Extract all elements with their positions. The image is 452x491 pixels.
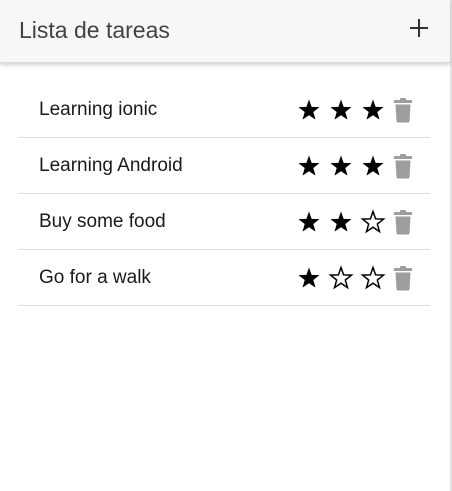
list-item[interactable]: Go for a walk [18, 250, 430, 306]
star-outline-icon[interactable] [357, 207, 389, 237]
page-title: Lista de tareas [19, 17, 170, 43]
star-rating[interactable] [293, 151, 389, 181]
star-filled-icon[interactable] [357, 151, 389, 181]
star-rating[interactable] [293, 263, 389, 293]
app-window: Lista de tareas Learning ionic Learning A… [0, 0, 452, 491]
star-filled-icon[interactable] [293, 207, 325, 237]
task-label: Go for a walk [39, 267, 151, 288]
list-item[interactable]: Learning Android [18, 138, 430, 194]
star-filled-icon[interactable] [293, 95, 325, 125]
task-list: Learning ionic Learning Android Buy some f… [18, 82, 430, 306]
plus-icon [410, 19, 428, 37]
star-outline-icon[interactable] [357, 263, 389, 293]
list-item[interactable]: Buy some food [18, 194, 430, 250]
task-label: Learning ionic [39, 99, 158, 120]
star-rating[interactable] [293, 95, 389, 125]
trash-icon[interactable] [392, 208, 414, 236]
toolbar: Lista de tareas [0, 0, 450, 63]
add-task-button[interactable] [408, 14, 430, 42]
trash-icon[interactable] [392, 96, 414, 124]
star-filled-icon[interactable] [357, 95, 389, 125]
trash-icon[interactable] [392, 152, 414, 180]
star-filled-icon[interactable] [293, 151, 325, 181]
task-label: Learning Android [39, 155, 183, 176]
star-filled-icon[interactable] [293, 263, 325, 293]
trash-icon[interactable] [392, 264, 414, 292]
star-outline-icon[interactable] [325, 263, 357, 293]
list-item[interactable]: Learning ionic [18, 82, 430, 138]
star-filled-icon[interactable] [325, 207, 357, 237]
star-filled-icon[interactable] [325, 151, 357, 181]
star-filled-icon[interactable] [325, 95, 357, 125]
star-rating[interactable] [293, 207, 389, 237]
task-label: Buy some food [39, 211, 166, 232]
